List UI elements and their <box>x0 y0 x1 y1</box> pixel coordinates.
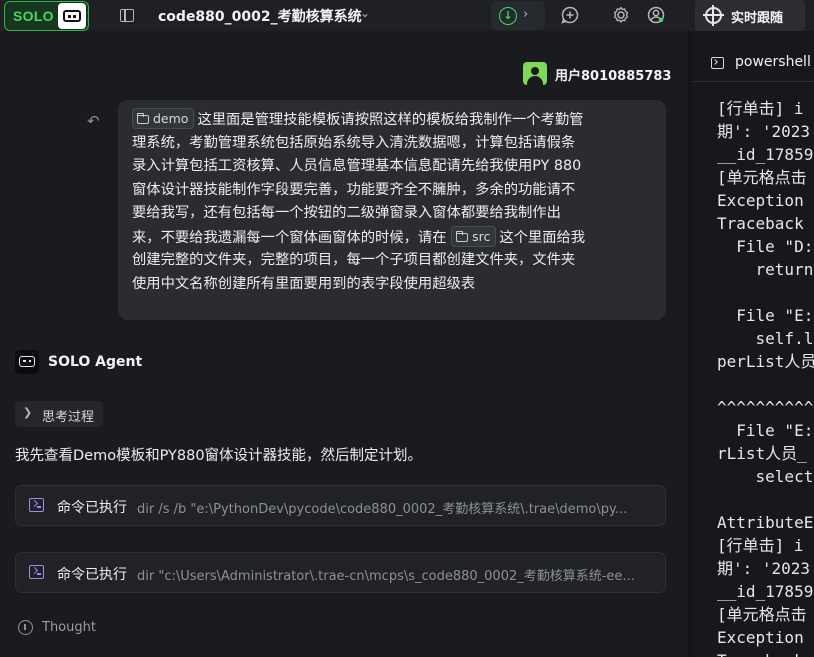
solo-logo-icon <box>58 3 86 29</box>
user-name: 用户8010885783 <box>555 69 672 84</box>
terminal-line: Traceback <box>717 214 804 233</box>
folder-icon <box>456 230 469 242</box>
agent-header: SOLO Agent <box>15 350 155 374</box>
terminal-line: AttributeE <box>717 513 814 532</box>
terminal-line: rList人员_ <box>717 444 807 463</box>
user-avatar <box>523 62 547 85</box>
agent-name: SOLO Agent <box>48 354 143 370</box>
thought-indicator[interactable]: Thought <box>18 619 118 639</box>
terminal-line: [单元格点击 <box>717 168 807 187</box>
message-line: demo 这里面是管理技能模板请按照这样的模板给我制作一个考勤管 <box>132 108 652 132</box>
command-card[interactable]: 命令已执行 dir /s /b "e:\PythonDev\pycode\cod… <box>15 485 666 526</box>
terminal-line: [单元格点击 <box>717 605 807 624</box>
sidebar-toggle-button[interactable] <box>117 6 137 26</box>
undo-icon[interactable]: ↶ <box>87 112 103 130</box>
terminal-line: select <box>717 467 814 486</box>
message-text: 这里面是管理技能模板请按照这样的模板给我制作一个考勤管 <box>197 112 584 128</box>
command-status: 命令已执行 <box>57 567 127 583</box>
terminal-line: Traceback <box>717 649 814 657</box>
chat-panel: 用户8010885783 ↶ demo 这里面是管理技能模板请按照这样的模板给我制… <box>0 31 688 657</box>
agent-avatar <box>15 350 39 374</box>
message-line: 录入计算包括工资核算、人员信息管理基本信息配请先给我使用PY 880 <box>132 158 582 174</box>
gear-icon[interactable] <box>611 5 631 25</box>
terminal-line: self.l <box>717 329 814 348</box>
terminal-panel: powershell [行单击] i 期': '2023 __id_17859 … <box>692 31 814 657</box>
terminal-tab-label: powershell <box>735 54 811 70</box>
user-message-bubble: demo 这里面是管理技能模板请按照这样的模板给我制作一个考勤管 理系统，考勤管理… <box>118 100 666 320</box>
folder-reference-chip-demo[interactable]: demo <box>132 108 195 129</box>
terminal-line: __id_17859 <box>717 145 814 164</box>
lightbulb-icon <box>18 620 33 635</box>
thinking-process-toggle[interactable]: ❯ 思考过程 <box>15 401 103 427</box>
thought-label: Thought <box>42 620 96 635</box>
command-card[interactable]: 命令已执行 dir "c:\Users\Administrator\.trae-… <box>15 552 666 593</box>
terminal-line: __id_17859 <box>717 582 814 601</box>
message-line: 使用中文名称创建所有里面要用到的表字段使用超级表 <box>132 275 476 292</box>
terminal-line: perList人员 <box>717 352 814 371</box>
command-text: dir /s /b "e:\PythonDev\pycode\code880_0… <box>137 502 628 517</box>
terminal-line: return <box>717 260 814 279</box>
message-line: 要给我写，还有包括每一个按钮的二级弹窗录入窗体都要给我制作出 <box>132 205 561 221</box>
chevron-down-icon[interactable]: ⌄ <box>360 6 370 20</box>
terminal-line: Exception <box>717 628 804 647</box>
command-text: dir "c:\Users\Administrator\.trae-cn\mcp… <box>137 569 635 584</box>
terminal-output[interactable]: [行单击] i 期': '2023 __id_17859 [单元格点击 Exce… <box>717 97 814 657</box>
terminal-line: [行单击] i <box>717 536 804 555</box>
terminal-line: Exception <box>717 191 804 210</box>
sidebar-panel-icon <box>120 9 134 22</box>
message-line: 来，不要给我遗漏每一个窗体画窗体的时候，请在 src 这个里面给我 <box>132 225 652 250</box>
terminal-icon <box>29 565 44 579</box>
live-follow-label: 实时跟随 <box>731 11 784 26</box>
live-follow-button[interactable]: 实时跟随 <box>695 0 805 31</box>
chip-label: demo <box>153 111 189 126</box>
message-line: 创建完整的文件夹，完整的项目，每一个子项目都创建文件夹，文件夹 <box>132 252 576 268</box>
project-title[interactable]: code880_0002_考勤核算系统 <box>158 6 362 26</box>
message-text: 这个里面给我 <box>499 229 586 246</box>
folder-icon <box>137 113 149 124</box>
command-status: 命令已执行 <box>57 500 127 516</box>
new-chat-icon[interactable] <box>560 5 580 25</box>
message-line: 理系统，考勤管理系统包括原始系统导入清洗数据嗯，计算包括请假条 <box>132 134 576 151</box>
terminal-line: 期': '2023 <box>717 559 811 578</box>
terminal-tab[interactable]: powershell <box>692 44 814 82</box>
terminal-icon <box>29 498 44 512</box>
message-text: 来，不要给我遗漏每一个窗体画窗体的时候，请在 <box>132 229 447 246</box>
crosshair-icon <box>703 5 724 26</box>
download-button[interactable]: ↓ › <box>491 1 545 30</box>
terminal-line: [行单击] i <box>717 99 804 118</box>
account-icon[interactable] <box>646 5 666 25</box>
chevron-right-icon: › <box>523 7 529 22</box>
chevron-right-icon: ❯ <box>23 406 33 419</box>
terminal-line: File "D: <box>717 237 814 256</box>
user-header: 用户8010885783 <box>523 62 671 86</box>
terminal-line: File "E: <box>717 421 814 440</box>
thinking-label: 思考过程 <box>42 410 95 425</box>
terminal-line: ^^^^^^^^^^ <box>717 398 814 417</box>
agent-response-text: 我先查看Demo模板和PY880窗体设计器技能，然后制定计划。 <box>15 448 423 464</box>
top-bar: SOLO code880_0002_考勤核算系统 ⌄ ↓ › 实时跟随 <box>0 0 814 31</box>
solo-mode-button[interactable]: SOLO <box>4 1 89 31</box>
folder-reference-chip-src[interactable]: src <box>451 225 497 247</box>
solo-label: SOLO <box>13 8 54 24</box>
terminal-line: File "E: <box>717 306 814 325</box>
chip-label: src <box>472 228 491 244</box>
message-line: 窗体设计器技能制作字段要完善，功能要齐全不臃肿，多余的功能请不 <box>132 181 576 198</box>
terminal-line: 期': '2023 <box>717 122 811 141</box>
terminal-icon <box>711 57 724 69</box>
download-icon: ↓ <box>499 7 517 25</box>
